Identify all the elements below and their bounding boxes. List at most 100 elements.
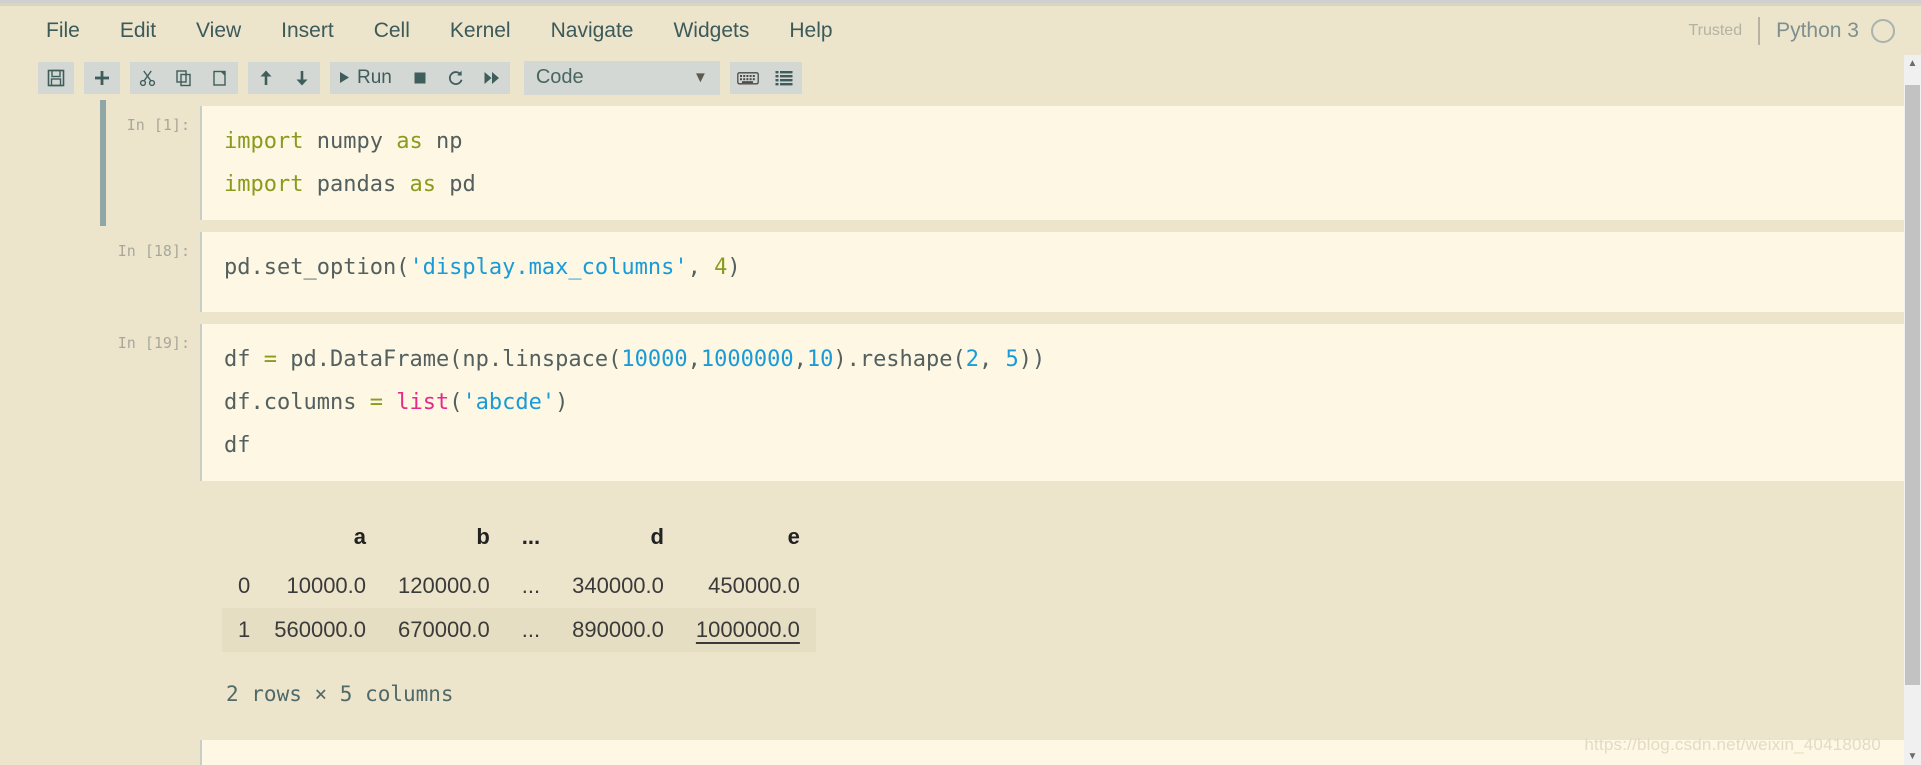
- cell-type-select[interactable]: Code ▼: [523, 60, 720, 95]
- toolbar-group-save: [38, 61, 74, 94]
- floppy-disk-icon: [47, 69, 65, 86]
- run-button[interactable]: Run: [330, 61, 402, 94]
- plus-icon: [95, 70, 109, 85]
- cell-prompt-2: In [18]:: [117, 242, 190, 260]
- dataframe-output: a b ... d e 0 10000.0 120000.0 ... 34000…: [200, 491, 1905, 706]
- cell-value: 120000.0: [398, 573, 490, 598]
- code-token: )): [1018, 347, 1046, 372]
- play-icon: [340, 72, 349, 83]
- cell-value: ...: [505, 608, 557, 652]
- chevron-down-icon: ▼: [693, 69, 708, 86]
- cell-selection-bar: [100, 100, 106, 226]
- notebook-cell-next[interactable]: [100, 740, 1905, 765]
- toolbar-group-extra: [729, 61, 802, 94]
- run-button-label: Run: [357, 66, 392, 88]
- kernel-name-label: Python 3: [1776, 18, 1859, 42]
- move-cell-up-button[interactable]: [248, 61, 284, 94]
- menu-help[interactable]: Help: [769, 15, 852, 47]
- menubar-items: File Edit View Insert Cell Kernel Naviga…: [26, 15, 853, 47]
- menu-edit[interactable]: Edit: [100, 15, 176, 47]
- menu-kernel[interactable]: Kernel: [430, 15, 531, 47]
- stop-square-icon: [414, 72, 426, 83]
- code-token: pd.DataFrame(np.linspace(: [277, 347, 622, 372]
- menu-widgets[interactable]: Widgets: [653, 15, 769, 47]
- code-token: ,: [687, 255, 715, 280]
- menu-cell[interactable]: Cell: [354, 15, 430, 47]
- code-token: list: [396, 390, 450, 415]
- code-token: as: [396, 129, 423, 154]
- code-token: 10000: [621, 347, 688, 372]
- toolbar-group-clipboard: [130, 61, 238, 94]
- code-line: import pandas as pd: [224, 163, 1905, 206]
- cell-input-next[interactable]: [200, 740, 1905, 765]
- menu-insert[interactable]: Insert: [261, 15, 354, 47]
- cell-value: 10000.0: [286, 573, 367, 598]
- code-token: import: [224, 129, 304, 154]
- fast-forward-icon: [484, 71, 499, 84]
- notebook-area: In [1]: import numpy as np import pandas…: [0, 100, 1921, 765]
- cell-value: ...: [521, 573, 541, 598]
- code-token: 4: [714, 255, 728, 280]
- restart-and-run-all-button[interactable]: [473, 61, 510, 94]
- circle-idle-icon[interactable]: [1871, 18, 1895, 43]
- index-header: [222, 515, 258, 564]
- cell-prompt-next: [100, 740, 200, 765]
- save-button[interactable]: [38, 61, 74, 94]
- toolbar: Run Code ▼: [0, 55, 1921, 100]
- cell-input-2[interactable]: pd.set_option('display.max_columns', 4): [200, 232, 1905, 312]
- code-token: 'abcde': [462, 390, 556, 415]
- cell-value: 340000.0: [572, 573, 664, 598]
- table-header-row: a b ... d e: [222, 515, 816, 564]
- copy-button[interactable]: [166, 61, 202, 94]
- code-token: ,: [687, 347, 701, 372]
- code-token: as: [409, 172, 436, 197]
- cell-selection-bar: [100, 226, 106, 318]
- scroll-down-icon[interactable]: ▼: [1904, 748, 1921, 765]
- dataframe-body: 0 10000.0 120000.0 ... 340000.0 450000.0…: [222, 564, 816, 652]
- cell-input-1[interactable]: import numpy as np import pandas as pd: [200, 106, 1905, 220]
- scroll-up-icon[interactable]: ▲: [1904, 55, 1921, 72]
- command-palette-button[interactable]: [765, 61, 802, 94]
- restart-kernel-button[interactable]: [437, 61, 474, 94]
- code-token: ,: [979, 347, 1006, 372]
- cell-value: 890000.0: [556, 608, 680, 652]
- toolbar-group-run: Run: [330, 61, 510, 94]
- menubar-divider: [1758, 16, 1761, 45]
- interrupt-kernel-button[interactable]: [401, 61, 438, 94]
- code-token: 2: [965, 347, 980, 372]
- toolbar-group-insert: [84, 61, 120, 94]
- table-row: 1 560000.0 670000.0 ... 890000.0 1000000…: [222, 608, 816, 652]
- notebook-cell-2[interactable]: In [18]: pd.set_option('display.max_colu…: [100, 226, 1905, 318]
- code-token: pandas: [303, 172, 410, 197]
- code-token: ): [727, 255, 741, 280]
- menu-navigate[interactable]: Navigate: [531, 15, 654, 47]
- insert-cell-below-button[interactable]: [84, 61, 120, 94]
- code-token: pd: [435, 172, 476, 197]
- paste-button[interactable]: [202, 61, 238, 94]
- move-cell-down-button[interactable]: [284, 61, 320, 94]
- cell-input-3[interactable]: df = pd.DataFrame(np.linspace(10000,1000…: [200, 324, 1905, 481]
- code-token: pd.set_option(: [224, 255, 410, 280]
- paste-icon: [213, 70, 226, 86]
- notebook-cell-1[interactable]: In [1]: import numpy as np import pandas…: [100, 100, 1905, 226]
- cell-prompt-1: In [1]:: [126, 116, 190, 134]
- cell-selection-bar: [100, 318, 106, 487]
- cell-value: 670000.0: [382, 608, 506, 652]
- restart-circular-arrow-icon: [448, 70, 463, 85]
- menu-view[interactable]: View: [176, 15, 261, 47]
- cut-button[interactable]: [130, 61, 166, 94]
- keyboard-shortcuts-button[interactable]: [729, 61, 766, 94]
- code-token: 'display.max_columns': [409, 255, 688, 280]
- code-token: 1000000: [700, 347, 794, 372]
- arrow-up-icon: [260, 70, 272, 85]
- table-row: 0 10000.0 120000.0 ... 340000.0 450000.0: [222, 564, 816, 608]
- menubar-right-group: Trusted Python 3: [1688, 16, 1895, 45]
- code-line: df = pd.DataFrame(np.linspace(10000,1000…: [224, 338, 1905, 381]
- scrollbar-thumb[interactable]: [1905, 85, 1920, 685]
- notebook-cell-3[interactable]: In [19]: df = pd.DataFrame(np.linspace(1…: [100, 318, 1905, 487]
- menu-file[interactable]: File: [26, 15, 100, 47]
- vertical-scrollbar[interactable]: ▲ ▼: [1904, 55, 1921, 765]
- column-header-ellipsis: ...: [521, 524, 541, 549]
- column-header-d: d: [650, 524, 664, 549]
